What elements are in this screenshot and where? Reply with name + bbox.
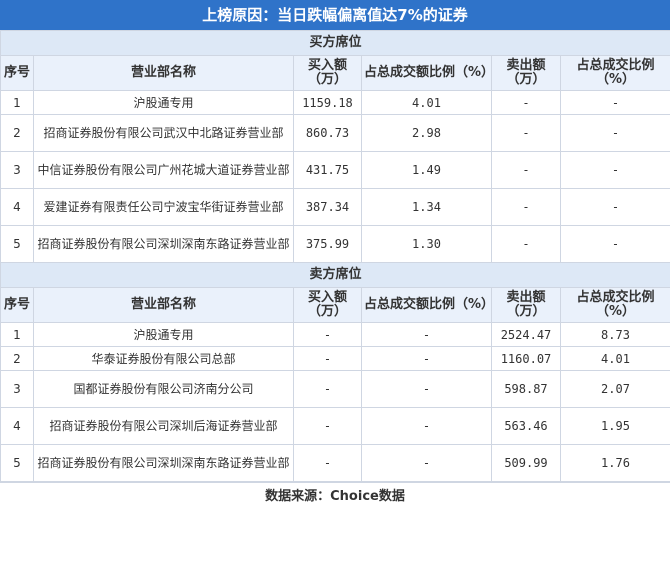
lhb-table-page: 上榜原因：当日跌幅偏离值达7%的证券 买方席位 序号 营业部名称 买入额（万） 占总成交… [0, 0, 670, 563]
buy-amount: - [293, 407, 362, 445]
sell-amount: 509.99 [491, 444, 561, 482]
buy-section-label: 买方席位 [0, 30, 670, 56]
col-buy-pct-header: 占总成交额比例（%） [361, 287, 492, 323]
sell-pct: 8.73 [559, 322, 670, 347]
row-index: 1 [0, 90, 34, 115]
buy-pct: - [361, 407, 492, 445]
dept-name: 爱建证券有限责任公司宁波宝华街证券营业部 [33, 188, 294, 226]
data-source: 数据来源：Choice数据 [0, 482, 670, 511]
sell-amount: - [491, 114, 561, 152]
col-index-header: 序号 [0, 55, 34, 91]
buy-amount: - [293, 322, 362, 347]
buy-section-header: 买方席位 [0, 30, 670, 56]
dept-name: 国都证券股份有限公司济南分公司 [33, 370, 294, 408]
sell-pct: 1.76 [559, 444, 670, 482]
dept-name: 中信证券股份有限公司广州花城大道证券营业部 [33, 151, 294, 189]
row-index: 1 [0, 322, 34, 347]
col-dept-header: 营业部名称 [33, 55, 294, 91]
table-row: 4 爱建证券有限责任公司宁波宝华街证券营业部 387.34 1.34- - [0, 188, 670, 226]
sell-section-label: 卖方席位 [0, 262, 670, 288]
row-index: 4 [0, 407, 34, 445]
sell-amount: 598.87 [491, 370, 561, 408]
buy-amount: - [293, 346, 362, 371]
buy-pct: - [361, 346, 492, 371]
col-dept-header: 营业部名称 [33, 287, 294, 323]
col-buy-amount-header: 买入额（万） [293, 55, 362, 91]
buy-amount: - [293, 444, 362, 482]
row-index: 4 [0, 188, 34, 226]
buy-pct: 1.30 [361, 225, 492, 263]
sell-pct: - [559, 151, 670, 189]
sell-pct: 1.95 [559, 407, 670, 445]
sell-pct: 4.01 [559, 346, 670, 371]
buy-amount: 387.34 [293, 188, 362, 226]
col-sell-pct-header: 占总成交比例（%） [559, 287, 670, 323]
row-index: 5 [0, 225, 34, 263]
table-row: 1 沪股通专用 - -2524.47 8.73 [0, 322, 670, 347]
table-row: 2 招商证券股份有限公司武汉中北路证券营业部 860.73 2.98- - [0, 114, 670, 152]
table-row: 5 招商证券股份有限公司深圳深南东路证券营业部 375.99 1.30- - [0, 225, 670, 263]
buy-amount: 375.99 [293, 225, 362, 263]
buy-pct: 1.49 [361, 151, 492, 189]
sell-amount: 2524.47 [491, 322, 561, 347]
table-row: 3 国都证券股份有限公司济南分公司 - -598.87 2.07 [0, 370, 670, 408]
seat-table: 买方席位 序号 营业部名称 买入额（万） 占总成交额比例（%） 卖出额（万） 占总成交比例（… [0, 30, 670, 482]
buy-amount: 1159.18 [293, 90, 362, 115]
sell-pct: - [559, 188, 670, 226]
sell-pct: - [559, 114, 670, 152]
dept-name: 沪股通专用 [33, 90, 294, 115]
row-index: 5 [0, 444, 34, 482]
sell-amount: - [491, 225, 561, 263]
buy-pct: - [361, 370, 492, 408]
col-index-header: 序号 [0, 287, 34, 323]
sell-amount: 563.46 [491, 407, 561, 445]
table-row: 3 中信证券股份有限公司广州花城大道证券营业部 431.75 1.49- - [0, 151, 670, 189]
sell-amount: - [491, 151, 561, 189]
dept-name: 招商证券股份有限公司深圳后海证券营业部 [33, 407, 294, 445]
row-index: 2 [0, 346, 34, 371]
row-index: 3 [0, 370, 34, 408]
buy-pct: - [361, 444, 492, 482]
sell-pct: 2.07 [559, 370, 670, 408]
buy-pct: - [361, 322, 492, 347]
table-row: 5 招商证券股份有限公司深圳深南东路证券营业部 - -509.99 1.76 [0, 444, 670, 482]
col-sell-amount-header: 卖出额（万） [491, 287, 561, 323]
sell-section-header: 卖方席位 [0, 262, 670, 288]
row-index: 2 [0, 114, 34, 152]
dept-name: 华泰证券股份有限公司总部 [33, 346, 294, 371]
col-sell-pct-header: 占总成交比例（%） [559, 55, 670, 91]
table-row: 1 沪股通专用 1159.18 4.01- - [0, 90, 670, 115]
buy-pct: 1.34 [361, 188, 492, 226]
col-buy-pct-header: 占总成交额比例（%） [361, 55, 492, 91]
buy-pct: 2.98 [361, 114, 492, 152]
buy-amount: - [293, 370, 362, 408]
dept-name: 招商证券股份有限公司深圳深南东路证券营业部 [33, 444, 294, 482]
sell-amount: - [491, 90, 561, 115]
sell-pct: - [559, 225, 670, 263]
buy-amount: 431.75 [293, 151, 362, 189]
dept-name: 沪股通专用 [33, 322, 294, 347]
column-header-row: 序号 营业部名称 买入额（万） 占总成交额比例（%） 卖出额（万） 占总成交比例（%） [0, 55, 670, 91]
dept-name: 招商证券股份有限公司深圳深南东路证券营业部 [33, 225, 294, 263]
sell-amount: 1160.07 [491, 346, 561, 371]
page-title: 上榜原因：当日跌幅偏离值达7%的证券 [0, 0, 670, 30]
sell-pct: - [559, 90, 670, 115]
column-header-row: 序号 营业部名称 买入额（万） 占总成交额比例（%） 卖出额（万） 占总成交比例（%） [0, 287, 670, 323]
col-buy-amount-header: 买入额（万） [293, 287, 362, 323]
dept-name: 招商证券股份有限公司武汉中北路证券营业部 [33, 114, 294, 152]
sell-amount: - [491, 188, 561, 226]
row-index: 3 [0, 151, 34, 189]
buy-amount: 860.73 [293, 114, 362, 152]
table-row: 2 华泰证券股份有限公司总部 - -1160.07 4.01 [0, 346, 670, 371]
buy-pct: 4.01 [361, 90, 492, 115]
col-sell-amount-header: 卖出额（万） [491, 55, 561, 91]
table-row: 4 招商证券股份有限公司深圳后海证券营业部 - -563.46 1.95 [0, 407, 670, 445]
